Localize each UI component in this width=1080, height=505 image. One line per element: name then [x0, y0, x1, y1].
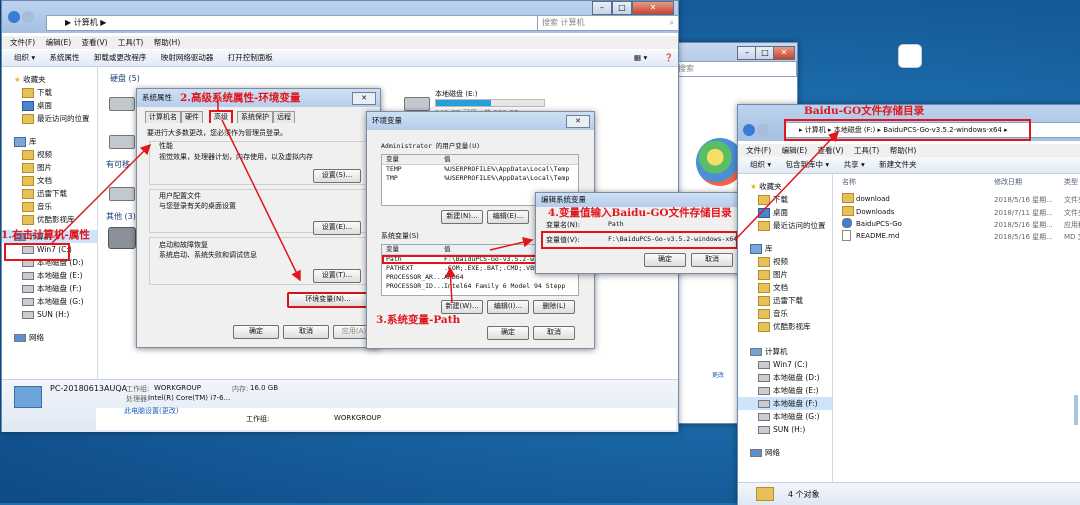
annotation-step3: 3.系统变量-Path: [376, 314, 461, 326]
annotation-step4: 4.变量值输入Baidu-GO文件存储目录: [548, 207, 732, 219]
arrow-to-edit-dialog: [489, 236, 534, 251]
annotation-step2: 2.高级系统属性-环境变量: [180, 92, 301, 104]
annotation-top-right: Baidu-GO文件存储目录: [804, 105, 925, 117]
annotation-arrows: [51, 100, 840, 304]
arrow-step2: [221, 119, 301, 282]
edge-fragment: 更改: [712, 372, 725, 379]
scrollbar-handle[interactable]: [1074, 395, 1078, 425]
annotation-step1: 1.右击计算机-属性: [1, 229, 90, 241]
arrow-step3: [445, 266, 456, 304]
arrow-step4: [734, 130, 840, 241]
